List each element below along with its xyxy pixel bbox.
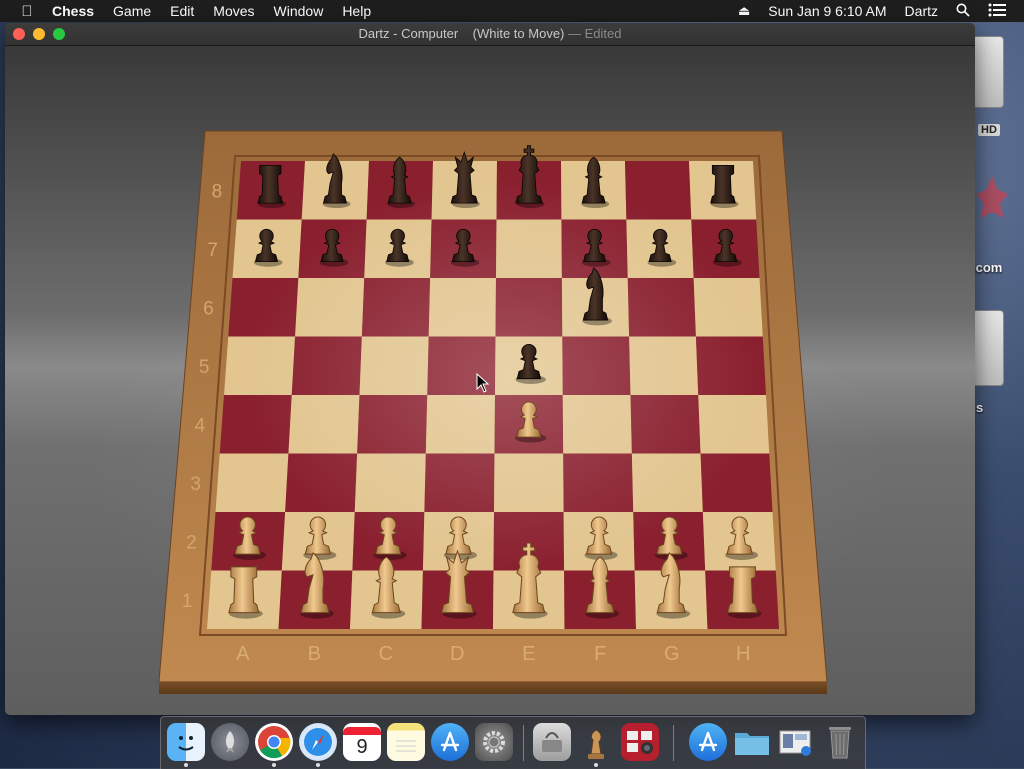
desktop-icon-label: s: [976, 400, 984, 415]
spotlight-search-icon[interactable]: [956, 3, 970, 20]
disk-utility-icon[interactable]: [533, 723, 571, 761]
dock-separator: [523, 725, 524, 761]
desktop-icon-label: .com: [972, 260, 1003, 275]
window-title-text: Dartz - Computer: [358, 26, 459, 41]
safari-icon[interactable]: [299, 723, 337, 761]
running-indicator: [184, 763, 188, 767]
running-indicator: [272, 763, 276, 767]
edited-indicator: — Edited: [568, 26, 622, 41]
launchpad-icon[interactable]: [211, 723, 249, 761]
chess-window: Dartz - Computer (White to Move) — Edite…: [5, 23, 975, 715]
preview-icon[interactable]: [777, 723, 815, 761]
dock: 9: [160, 716, 866, 769]
apple-menu-icon[interactable]: : [18, 3, 36, 20]
finder-icon[interactable]: [167, 723, 205, 761]
notes-icon[interactable]: [387, 723, 425, 761]
menu-help[interactable]: Help: [342, 3, 371, 19]
file-label: D: [450, 643, 464, 665]
dock-separator: [673, 725, 674, 761]
rank-label: 3: [190, 474, 201, 495]
rank-label: 8: [212, 181, 223, 202]
menu-user[interactable]: Dartz: [905, 3, 938, 19]
desktop-file-icon[interactable]: [974, 172, 1010, 236]
system-preferences-icon[interactable]: [475, 723, 513, 761]
menu-clock[interactable]: Sun Jan 9 6:10 AM: [768, 3, 886, 19]
calendar-date: 9: [356, 736, 368, 758]
file-label: A: [236, 643, 250, 665]
menu-bar:  Chess Game Edit Moves Window Help ⏏ Su…: [0, 0, 1024, 22]
turn-indicator: (White to Move): [472, 26, 565, 41]
chess-board[interactable]: 1 2 3 4 5 6 7 8 A B C D E F G H: [5, 46, 975, 715]
app-store-icon[interactable]: [431, 723, 469, 761]
file-label: C: [379, 643, 393, 665]
chrome-icon[interactable]: [255, 723, 293, 761]
rank-label: 2: [186, 532, 197, 553]
board-frame-edge: [159, 682, 827, 694]
file-label: B: [308, 643, 321, 665]
running-indicator: [594, 763, 598, 767]
mouse-cursor-icon: [476, 373, 490, 393]
rank-label: 1: [182, 591, 193, 612]
chess-app-icon[interactable]: [577, 723, 615, 761]
eject-icon[interactable]: ⏏: [738, 3, 750, 19]
running-indicator: [316, 763, 320, 767]
hard-drive-icon[interactable]: [972, 36, 1004, 108]
rank-label: 6: [203, 298, 214, 319]
file-label: E: [522, 643, 535, 665]
file-label: F: [594, 643, 606, 665]
external-drive-icon[interactable]: [972, 310, 1004, 386]
calendar-icon[interactable]: 9: [343, 723, 381, 761]
board-scene: 1 2 3 4 5 6 7 8 A B C D E F G H: [5, 46, 975, 715]
menu-game[interactable]: Game: [113, 3, 151, 19]
menu-window[interactable]: Window: [274, 3, 324, 19]
file-label: H: [736, 643, 750, 665]
rank-label: 7: [207, 240, 218, 261]
desktop-icon-label: HD: [978, 124, 1000, 136]
window-title: Dartz - Computer (White to Move) — Edite…: [5, 23, 975, 45]
folder-icon[interactable]: [733, 723, 771, 761]
file-label: G: [664, 643, 680, 665]
board-light-reflection: [245, 176, 765, 576]
rank-label: 5: [199, 357, 210, 378]
notification-center-icon[interactable]: [988, 3, 1006, 20]
menu-edit[interactable]: Edit: [170, 3, 194, 19]
window-titlebar[interactable]: Dartz - Computer (White to Move) — Edite…: [5, 23, 975, 46]
menu-app-chess[interactable]: Chess: [52, 3, 94, 19]
trash-icon[interactable]: [821, 723, 859, 761]
rank-label: 4: [195, 415, 206, 436]
menu-moves[interactable]: Moves: [213, 3, 254, 19]
photo-booth-icon[interactable]: [621, 723, 659, 761]
app-store-folder-icon[interactable]: [689, 723, 727, 761]
